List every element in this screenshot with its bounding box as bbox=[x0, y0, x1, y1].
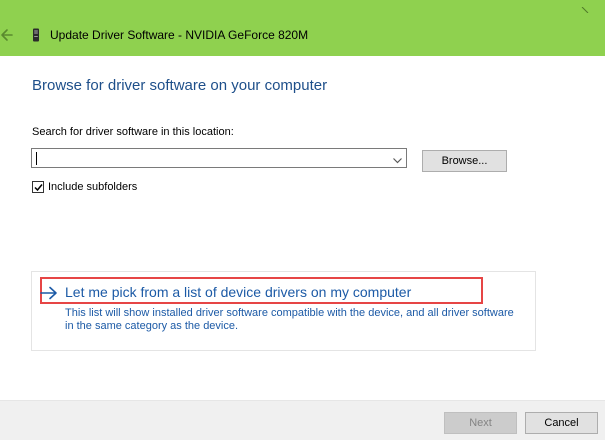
title-bar: Update Driver Software - NVIDIA GeForce … bbox=[0, 0, 605, 56]
arrow-right-icon bbox=[40, 286, 58, 300]
window-title: Update Driver Software - NVIDIA GeForce … bbox=[50, 28, 309, 42]
pick-from-list-description: This list will show installed driver sof… bbox=[65, 307, 514, 332]
text-caret bbox=[36, 152, 37, 165]
browse-button[interactable]: Browse... bbox=[422, 150, 507, 172]
search-location-combobox[interactable] bbox=[31, 148, 407, 168]
next-button[interactable]: Next bbox=[444, 412, 517, 434]
cancel-button[interactable]: Cancel bbox=[525, 412, 598, 434]
dialog-footer: Next Cancel bbox=[0, 400, 605, 440]
page-title: Browse for driver software on your compu… bbox=[32, 77, 328, 94]
search-location-input[interactable] bbox=[34, 150, 386, 166]
chevron-down-icon[interactable] bbox=[392, 153, 403, 164]
back-arrow-icon[interactable] bbox=[0, 26, 14, 44]
pick-from-list-link[interactable]: Let me pick from a list of device driver… bbox=[65, 284, 411, 300]
search-location-label: Search for driver software in this locat… bbox=[32, 126, 234, 138]
include-subfolders-label[interactable]: Include subfolders bbox=[48, 181, 137, 193]
include-subfolders-checkbox[interactable] bbox=[32, 181, 44, 193]
pick-from-list-option[interactable]: Let me pick from a list of device driver… bbox=[31, 271, 536, 351]
checkmark-icon bbox=[34, 184, 43, 192]
device-icon bbox=[32, 28, 40, 42]
title-bar-edge-icon bbox=[581, 0, 589, 14]
